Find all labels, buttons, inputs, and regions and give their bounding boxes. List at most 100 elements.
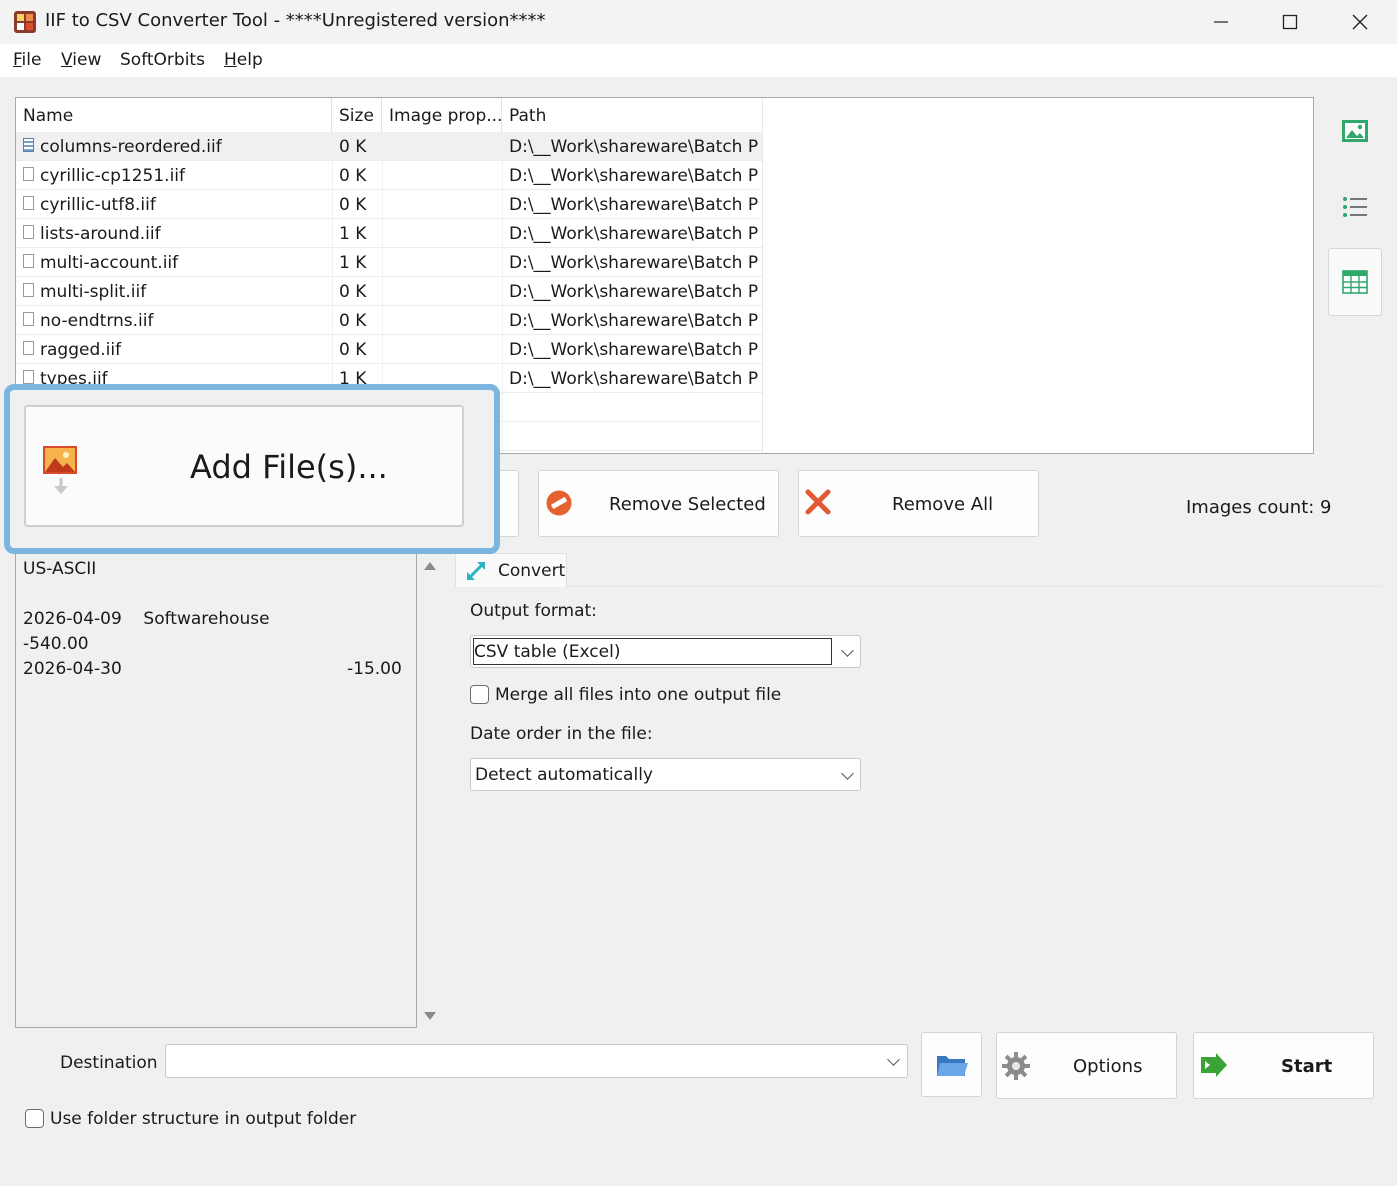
thumbnail-view-button[interactable] [1330, 106, 1380, 156]
cell-path: D:\__Work\shareware\Batch Pi... [509, 282, 759, 302]
add-files-button[interactable]: Add File(s)... [24, 405, 464, 527]
cell-name: lists-around.iif [40, 224, 161, 244]
cell-image-prop [389, 219, 499, 248]
cell-path: D:\__Work\shareware\Batch Pi... [509, 166, 759, 186]
cell-name: cyrillic-utf8.iif [40, 195, 156, 215]
column-header-image-prop[interactable]: Image prop... [382, 98, 502, 132]
chevron-down-icon [841, 644, 854, 657]
cell-size: 0 K [339, 311, 367, 331]
table-row[interactable]: no-endtrns.iif 0 K D:\__Work\shareware\Bat… [16, 306, 762, 335]
remove-selected-icon [546, 490, 572, 516]
date-order-label: Date order in the file: [470, 724, 653, 744]
cell-image-prop [389, 132, 499, 161]
table-row[interactable]: cyrillic-cp1251.iif 0 K D:\__Work\sharewar… [16, 161, 762, 190]
table-row[interactable]: columns-reordered.iif 0 K D:\__Work\sharew… [16, 132, 762, 161]
minimize-button[interactable] [1186, 0, 1256, 44]
cell-size: 0 K [339, 166, 367, 186]
column-header-name[interactable]: Name [16, 98, 332, 132]
options-button[interactable]: Options [996, 1032, 1177, 1099]
date-order-select[interactable]: Detect automatically [470, 758, 861, 791]
column-header-size[interactable]: Size [332, 98, 382, 132]
destination-input[interactable] [165, 1044, 908, 1078]
file-icon [23, 225, 34, 239]
start-button[interactable]: Start [1193, 1032, 1374, 1099]
maximize-button[interactable] [1255, 0, 1325, 44]
gear-icon [1002, 1052, 1030, 1080]
remove-all-button[interactable]: Remove All [798, 470, 1039, 537]
scroll-down-arrow[interactable] [424, 1012, 436, 1020]
cell-name: no-endtrns.iif [40, 311, 154, 331]
cell-path: D:\__Work\shareware\Batch Pi... [509, 340, 759, 360]
table-row[interactable]: lists-around.iif 1 K D:\__Work\shareware\B… [16, 219, 762, 248]
menu-file[interactable]: File [13, 50, 41, 70]
table-row[interactable]: multi-account.iif 1 K D:\__Work\shareware\… [16, 248, 762, 277]
preview-line: US-ASCII [23, 559, 97, 579]
cell-path: D:\__Work\shareware\Batch Pi... [509, 137, 759, 157]
browse-folder-button[interactable] [921, 1032, 982, 1097]
preview-value: -15.00 [347, 659, 402, 679]
image-view-icon [1342, 120, 1368, 142]
cell-image-prop [389, 190, 499, 219]
cell-size: 0 K [339, 195, 367, 215]
merge-label: Merge all files into one output file [495, 685, 782, 705]
cell-path: D:\__Work\shareware\Batch Pi... [509, 224, 759, 244]
cell-path: D:\__Work\shareware\Batch Pi... [509, 195, 759, 215]
cell-size: 1 K [339, 253, 367, 273]
minimize-icon [1214, 21, 1228, 23]
tab-divider [567, 586, 1382, 587]
images-count: Images count: 9 [1186, 497, 1332, 518]
preview-line: -540.00 [23, 634, 89, 654]
window-title: IIF to CSV Converter Tool - ****Unregist… [45, 10, 546, 31]
menu-softorbits[interactable]: SoftOrbits [120, 50, 205, 70]
convert-icon [466, 561, 486, 581]
file-icon [23, 312, 34, 326]
app-icon [14, 11, 36, 33]
scroll-up-arrow[interactable] [424, 562, 436, 570]
file-icon [23, 196, 34, 210]
maximize-icon [1282, 14, 1298, 30]
close-button[interactable] [1325, 0, 1395, 44]
table-row[interactable]: ragged.iif 0 K D:\__Work\shareware\Batch P… [16, 335, 762, 364]
table-row[interactable]: multi-split.iif 0 K D:\__Work\shareware\Ba… [16, 277, 762, 306]
cell-path: D:\__Work\shareware\Batch Pi... [509, 311, 759, 331]
column-header-path[interactable]: Path [502, 98, 763, 132]
cell-image-prop [389, 306, 499, 335]
cell-size: 1 K [339, 224, 367, 244]
output-format-label: Output format: [470, 601, 597, 621]
cell-image-prop [389, 248, 499, 277]
list-view-icon [1343, 197, 1367, 217]
chevron-down-icon [887, 1053, 900, 1066]
cell-name: multi-account.iif [40, 253, 179, 273]
folder-structure-checkbox[interactable] [25, 1109, 44, 1128]
tab-convert[interactable]: Convert [455, 553, 567, 587]
cell-path: D:\__Work\shareware\Batch Pi... [509, 253, 759, 273]
file-icon [23, 138, 34, 152]
cell-name: cyrillic-cp1251.iif [40, 166, 186, 186]
chevron-down-icon [841, 767, 854, 780]
cell-image-prop [389, 277, 499, 306]
folder-structure-label: Use folder structure in output folder [50, 1109, 357, 1129]
add-image-icon [43, 446, 77, 494]
cell-name: ragged.iif [40, 340, 122, 360]
remove-selected-button[interactable]: Remove Selected [538, 470, 779, 537]
list-view-button[interactable] [1330, 182, 1380, 232]
table-row[interactable]: cyrillic-utf8.iif 0 K D:\__Work\shareware\… [16, 190, 762, 219]
preview-line: 2026-04-30 [23, 659, 122, 679]
file-icon [23, 370, 34, 384]
menu-bar [0, 44, 1397, 77]
cell-image-prop [389, 161, 499, 190]
table-view-button[interactable] [1328, 248, 1382, 316]
menu-view[interactable]: View [61, 50, 101, 70]
preview-line: 2026-04-09 Softwarehouse [23, 609, 270, 629]
menu-help[interactable]: Help [224, 50, 263, 70]
cell-name: multi-split.iif [40, 282, 147, 302]
file-preview: US-ASCII 2026-04-09 Softwarehouse -540.0… [15, 552, 417, 1028]
folder-open-icon [937, 1056, 968, 1076]
destination-label: Destination [60, 1053, 158, 1073]
file-icon [23, 254, 34, 268]
output-format-select[interactable]: CSV table (Excel) [470, 635, 861, 668]
cell-name: columns-reordered.iif [40, 137, 222, 157]
merge-checkbox[interactable] [470, 685, 489, 704]
cell-path: D:\__Work\shareware\Batch Pi... [509, 369, 759, 389]
remove-all-icon [805, 489, 831, 515]
